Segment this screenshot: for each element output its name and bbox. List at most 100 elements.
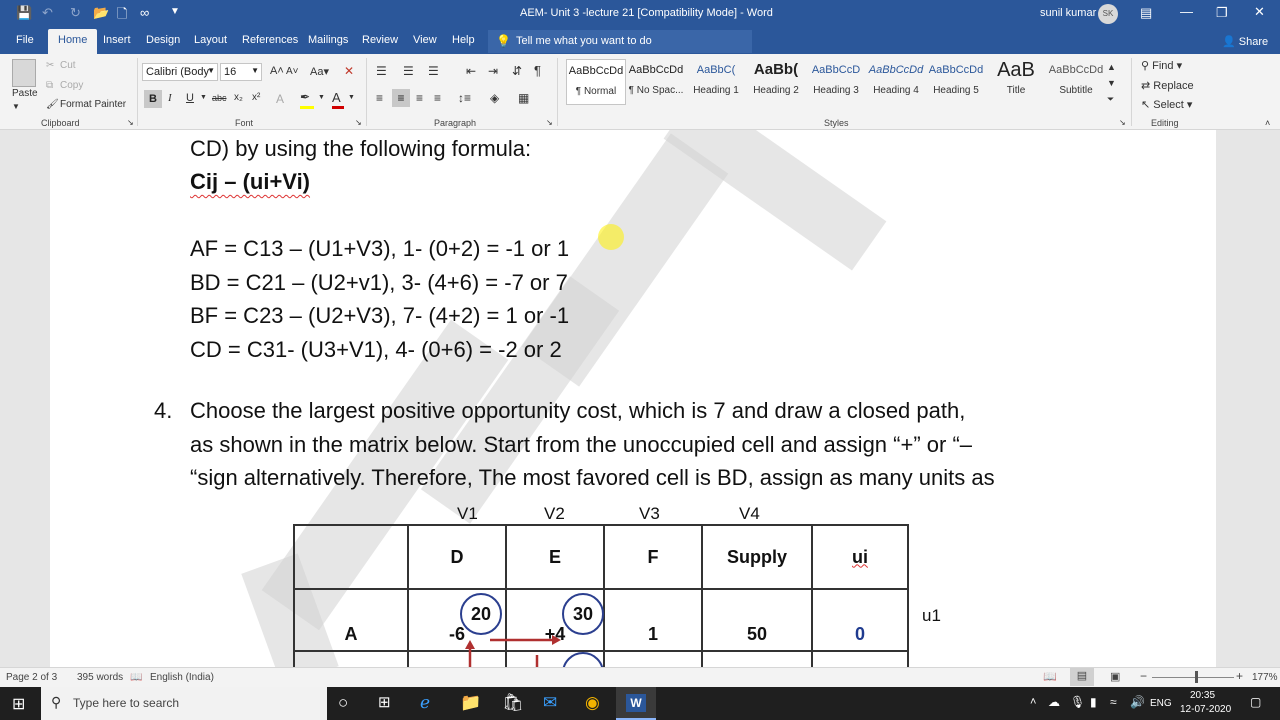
paragraph-launcher-icon[interactable]: ↘ bbox=[546, 118, 553, 127]
avatar[interactable]: SK bbox=[1098, 4, 1118, 24]
style-item[interactable]: AaBbC(Heading 1 bbox=[686, 59, 746, 105]
style-item[interactable]: AaBbCcDd ¶ No Spac... bbox=[626, 59, 686, 105]
replace-button[interactable]: ⇄ Replace bbox=[1141, 79, 1194, 92]
paste-icon[interactable] bbox=[12, 59, 36, 87]
print-layout-icon[interactable]: ▤ bbox=[1070, 668, 1094, 686]
store-icon[interactable]: 🛍 bbox=[502, 693, 524, 713]
bullets-icon[interactable]: ☰ bbox=[376, 64, 387, 78]
undo-icon[interactable]: ↶ bbox=[42, 5, 53, 21]
increase-indent-icon[interactable]: ⇥ bbox=[488, 64, 498, 78]
cortana-icon[interactable]: ○ bbox=[338, 693, 348, 713]
word-count[interactable]: 395 words bbox=[77, 672, 123, 683]
proofing-icon[interactable]: 📖 bbox=[130, 672, 142, 683]
tab-file[interactable]: File bbox=[16, 34, 34, 46]
share-button[interactable]: 👤 Share bbox=[1222, 35, 1268, 48]
zoom-level[interactable]: 177% bbox=[1252, 672, 1278, 683]
clock-date[interactable]: 12-07-2020 bbox=[1180, 704, 1231, 715]
word-taskbar-button[interactable]: W bbox=[616, 687, 656, 720]
superscript-button[interactable]: x² bbox=[252, 92, 260, 103]
tell-me-box[interactable]: 💡 Tell me what you want to do bbox=[488, 30, 752, 53]
tab-help[interactable]: Help bbox=[452, 34, 475, 46]
battery-icon[interactable]: ▮ bbox=[1090, 695, 1097, 709]
quick-access-icon[interactable]: ∞ bbox=[140, 5, 149, 20]
tab-references[interactable]: References bbox=[242, 34, 298, 46]
text-effects-icon[interactable]: A bbox=[276, 92, 284, 106]
numbering-icon[interactable]: ☰ bbox=[403, 64, 414, 78]
font-name-select[interactable]: Calibri (Body ▼ bbox=[142, 63, 218, 81]
document-page[interactable]: CD) by using the following formula: Cij … bbox=[50, 130, 1216, 667]
shading-icon[interactable]: ◈ bbox=[490, 91, 499, 105]
show-marks-icon[interactable]: ¶ bbox=[534, 63, 541, 78]
cut-button[interactable]: Cut bbox=[60, 60, 76, 71]
redo-icon[interactable]: ↻ bbox=[70, 5, 81, 21]
font-size-select[interactable]: 16 ▼ bbox=[220, 63, 262, 81]
grow-font-icon[interactable]: A˄ bbox=[270, 65, 284, 77]
chrome-icon[interactable]: ◉ bbox=[585, 693, 600, 713]
maximize-icon[interactable]: ❐ bbox=[1216, 5, 1228, 21]
show-hidden-icons[interactable]: ˄ bbox=[1030, 696, 1036, 708]
microphone-icon[interactable]: 🎙 bbox=[1070, 695, 1085, 709]
align-center-icon[interactable]: ≡ bbox=[392, 89, 410, 107]
mail-icon[interactable]: ✉ bbox=[543, 693, 557, 713]
tab-layout[interactable]: Layout bbox=[194, 34, 227, 46]
save-icon[interactable]: 💾 bbox=[16, 5, 32, 21]
style-item[interactable]: AaBbCcDd Heading 4 bbox=[866, 59, 926, 105]
highlight-dropdown-icon[interactable]: ▼ bbox=[318, 94, 325, 101]
styles-scroll-up-icon[interactable]: ▲ bbox=[1107, 62, 1116, 72]
multilevel-list-icon[interactable]: ☰ bbox=[428, 64, 439, 78]
justify-icon[interactable]: ≡ bbox=[434, 91, 441, 105]
copy-button[interactable]: Copy bbox=[60, 80, 83, 91]
paste-button[interactable]: Paste bbox=[12, 88, 38, 99]
underline-dropdown-icon[interactable]: ▼ bbox=[200, 94, 207, 101]
close-icon[interactable]: ✕ bbox=[1254, 4, 1265, 20]
collapse-ribbon-icon[interactable]: ˄ bbox=[1265, 118, 1270, 128]
paste-dropdown-icon[interactable]: ▼ bbox=[12, 102, 20, 111]
zoom-in-icon[interactable]: + bbox=[1236, 669, 1243, 683]
clock-time[interactable]: 20:35 bbox=[1190, 690, 1215, 701]
borders-icon[interactable]: ▦ bbox=[518, 91, 529, 105]
change-case-icon[interactable]: Aa▾ bbox=[310, 65, 329, 78]
find-button[interactable]: ⚲ Find ▾ bbox=[1141, 59, 1182, 72]
style-item[interactable]: AaBbCcDd Heading 5 bbox=[926, 59, 986, 105]
edge-icon[interactable]: ℯ bbox=[420, 693, 430, 713]
style-item[interactable]: AaBbCcDd ¶ Normal bbox=[566, 59, 626, 105]
underline-button[interactable]: U bbox=[186, 92, 194, 104]
minimize-icon[interactable]: — bbox=[1180, 4, 1193, 19]
align-left-icon[interactable]: ≡ bbox=[376, 91, 383, 105]
subscript-button[interactable]: x₂ bbox=[234, 92, 243, 103]
volume-icon[interactable]: 🔊 bbox=[1130, 695, 1145, 709]
clipboard-launcher-icon[interactable]: ↘ bbox=[127, 118, 134, 127]
format-painter-button[interactable]: Format Painter bbox=[60, 99, 126, 110]
tab-home[interactable]: Home bbox=[48, 29, 98, 54]
open-icon[interactable]: 📂 bbox=[93, 5, 109, 21]
zoom-slider-thumb[interactable] bbox=[1195, 671, 1198, 683]
onedrive-icon[interactable]: ☁ bbox=[1048, 695, 1060, 709]
task-view-icon[interactable]: ⊞ bbox=[378, 693, 391, 711]
notifications-icon[interactable]: ▢ bbox=[1250, 695, 1261, 709]
font-color-icon[interactable]: A bbox=[332, 90, 344, 109]
zoom-out-icon[interactable]: − bbox=[1140, 669, 1147, 683]
windows-start-icon[interactable]: ⊞ bbox=[12, 694, 25, 714]
new-document-icon[interactable]: 🗋 bbox=[117, 5, 127, 27]
font-launcher-icon[interactable]: ↘ bbox=[355, 118, 362, 127]
decrease-indent-icon[interactable]: ⇤ bbox=[466, 64, 476, 78]
clear-format-icon[interactable]: ✕ bbox=[344, 64, 354, 78]
shrink-font-icon[interactable]: A˅ bbox=[286, 66, 299, 77]
line-spacing-icon[interactable]: ↕≡ bbox=[458, 91, 471, 105]
tab-view[interactable]: View bbox=[413, 34, 437, 46]
language-status[interactable]: English (India) bbox=[150, 672, 214, 683]
styles-more-icon[interactable]: ⏷ bbox=[1107, 94, 1114, 105]
tab-design[interactable]: Design bbox=[146, 34, 180, 46]
taskbar-search[interactable]: ⚲ Type here to search bbox=[41, 687, 327, 720]
align-right-icon[interactable]: ≡ bbox=[416, 91, 423, 105]
tab-review[interactable]: Review bbox=[362, 34, 398, 46]
tab-mailings[interactable]: Mailings bbox=[308, 34, 348, 46]
tab-insert[interactable]: Insert bbox=[103, 34, 131, 46]
read-mode-icon[interactable]: 📖 bbox=[1043, 670, 1057, 683]
input-language[interactable]: ENG bbox=[1150, 698, 1172, 709]
customize-toolbar-icon[interactable]: ▼ bbox=[170, 6, 180, 17]
wifi-icon[interactable]: ≈ bbox=[1110, 695, 1117, 709]
styles-scroll-down-icon[interactable]: ▼ bbox=[1107, 78, 1116, 88]
page-count[interactable]: Page 2 of 3 bbox=[6, 672, 57, 683]
font-color-dropdown-icon[interactable]: ▼ bbox=[348, 94, 355, 101]
